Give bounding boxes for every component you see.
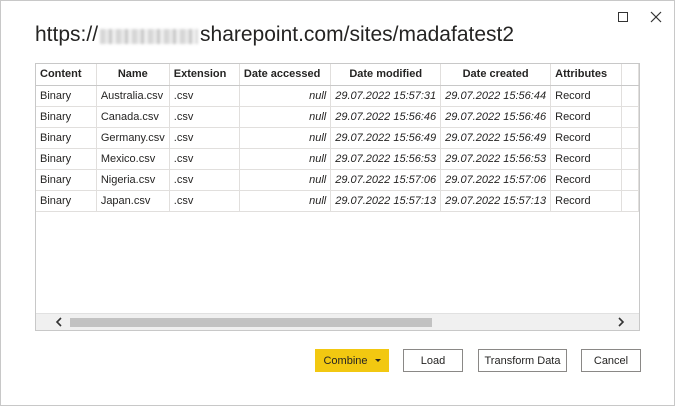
column-header-overflow bbox=[621, 64, 639, 86]
cell-attributes: Record bbox=[550, 85, 623, 107]
close-icon bbox=[650, 11, 662, 23]
table-header-row: Content Name Extension Date accessed Dat… bbox=[36, 64, 639, 86]
table-row[interactable]: Binary Nigeria.csv .csv null 29.07.2022 … bbox=[36, 169, 639, 191]
column-header[interactable]: Date modified bbox=[330, 64, 442, 86]
cancel-button[interactable]: Cancel bbox=[581, 349, 641, 372]
cell-name: Canada.csv bbox=[96, 106, 170, 128]
cell-content: Binary bbox=[36, 85, 97, 107]
cell-name: Australia.csv bbox=[96, 85, 170, 107]
cell-name: Japan.csv bbox=[96, 190, 170, 212]
cell-extension: .csv bbox=[169, 190, 240, 212]
dialog-title: https:// sharepoint.com/sites/madafatest… bbox=[35, 23, 514, 47]
table-row[interactable]: Binary Germany.csv .csv null 29.07.2022 … bbox=[36, 127, 639, 149]
preview-table-frame[interactable]: Content Name Extension Date accessed Dat… bbox=[35, 63, 640, 331]
chevron-right-icon bbox=[617, 317, 624, 327]
table-row[interactable]: Binary Australia.csv .csv null 29.07.202… bbox=[36, 85, 639, 107]
maximize-button[interactable] bbox=[613, 7, 633, 27]
cell-date-created: 29.07.2022 15:57:13 bbox=[440, 190, 552, 212]
cell-date-created: 29.07.2022 15:56:49 bbox=[440, 127, 552, 149]
column-header[interactable]: Extension bbox=[169, 64, 240, 86]
cell-attributes: Record bbox=[550, 106, 623, 128]
cell-name: Mexico.csv bbox=[96, 148, 170, 170]
cell-date-accessed: null bbox=[239, 85, 332, 107]
column-header[interactable]: Name bbox=[96, 64, 170, 86]
table-row[interactable]: Binary Japan.csv .csv null 29.07.2022 15… bbox=[36, 190, 639, 212]
cell-date-modified: 29.07.2022 15:56:53 bbox=[330, 148, 442, 170]
cell-overflow bbox=[621, 169, 639, 191]
scroll-left-button[interactable] bbox=[50, 314, 67, 330]
cell-extension: .csv bbox=[169, 85, 240, 107]
cell-attributes: Record bbox=[550, 127, 623, 149]
maximize-icon bbox=[618, 12, 628, 22]
cell-date-modified: 29.07.2022 15:57:06 bbox=[330, 169, 442, 191]
title-prefix: https:// bbox=[35, 23, 99, 46]
load-button[interactable]: Load bbox=[403, 349, 463, 372]
cell-name: Germany.csv bbox=[96, 127, 170, 149]
column-header[interactable]: Content bbox=[36, 64, 97, 86]
cell-extension: .csv bbox=[169, 106, 240, 128]
preview-table: Content Name Extension Date accessed Dat… bbox=[36, 64, 639, 212]
transform-data-label: Transform Data bbox=[484, 354, 561, 367]
chevron-left-icon bbox=[55, 317, 62, 327]
table-row[interactable]: Binary Mexico.csv .csv null 29.07.2022 1… bbox=[36, 148, 639, 170]
cell-content: Binary bbox=[36, 106, 97, 128]
cell-attributes: Record bbox=[550, 169, 623, 191]
cell-date-modified: 29.07.2022 15:57:13 bbox=[330, 190, 442, 212]
cell-date-accessed: null bbox=[239, 127, 332, 149]
chevron-down-icon bbox=[374, 359, 381, 362]
cell-date-created: 29.07.2022 15:56:44 bbox=[440, 85, 552, 107]
horizontal-scrollbar[interactable] bbox=[36, 313, 639, 330]
cell-extension: .csv bbox=[169, 148, 240, 170]
cell-overflow bbox=[621, 85, 639, 107]
cell-content: Binary bbox=[36, 127, 97, 149]
column-header[interactable]: Date created bbox=[440, 64, 552, 86]
cell-content: Binary bbox=[36, 148, 97, 170]
cell-date-created: 29.07.2022 15:56:53 bbox=[440, 148, 552, 170]
cell-overflow bbox=[621, 148, 639, 170]
cell-extension: .csv bbox=[169, 127, 240, 149]
scroll-right-button[interactable] bbox=[612, 314, 629, 330]
table-row[interactable]: Binary Canada.csv .csv null 29.07.2022 1… bbox=[36, 106, 639, 128]
cell-date-modified: 29.07.2022 15:56:49 bbox=[330, 127, 442, 149]
redacted-host bbox=[100, 28, 199, 44]
cell-overflow bbox=[621, 190, 639, 212]
cell-overflow bbox=[621, 106, 639, 128]
cell-content: Binary bbox=[36, 190, 97, 212]
cell-date-accessed: null bbox=[239, 148, 332, 170]
close-button[interactable] bbox=[646, 7, 666, 27]
cell-extension: .csv bbox=[169, 169, 240, 191]
cell-content: Binary bbox=[36, 169, 97, 191]
cell-date-created: 29.07.2022 15:57:06 bbox=[440, 169, 552, 191]
cell-date-modified: 29.07.2022 15:56:46 bbox=[330, 106, 442, 128]
cell-overflow bbox=[621, 127, 639, 149]
cell-date-created: 29.07.2022 15:56:46 bbox=[440, 106, 552, 128]
cell-date-accessed: null bbox=[239, 190, 332, 212]
combine-button[interactable]: Combine bbox=[315, 349, 389, 372]
cell-name: Nigeria.csv bbox=[96, 169, 170, 191]
scrollbar-thumb[interactable] bbox=[70, 318, 432, 327]
cell-date-accessed: null bbox=[239, 106, 332, 128]
column-header[interactable]: Date accessed bbox=[239, 64, 332, 86]
cell-attributes: Record bbox=[550, 148, 623, 170]
cell-date-modified: 29.07.2022 15:57:31 bbox=[330, 85, 442, 107]
navigator-dialog: https:// sharepoint.com/sites/madafatest… bbox=[0, 0, 675, 406]
column-header[interactable]: Attributes bbox=[550, 64, 623, 86]
combine-label: Combine bbox=[323, 354, 368, 367]
cancel-label: Cancel bbox=[593, 354, 629, 367]
transform-data-button[interactable]: Transform Data bbox=[478, 349, 567, 372]
title-suffix: sharepoint.com/sites/madafatest2 bbox=[200, 23, 515, 46]
cell-attributes: Record bbox=[550, 190, 623, 212]
load-label: Load bbox=[420, 354, 446, 367]
cell-date-accessed: null bbox=[239, 169, 332, 191]
